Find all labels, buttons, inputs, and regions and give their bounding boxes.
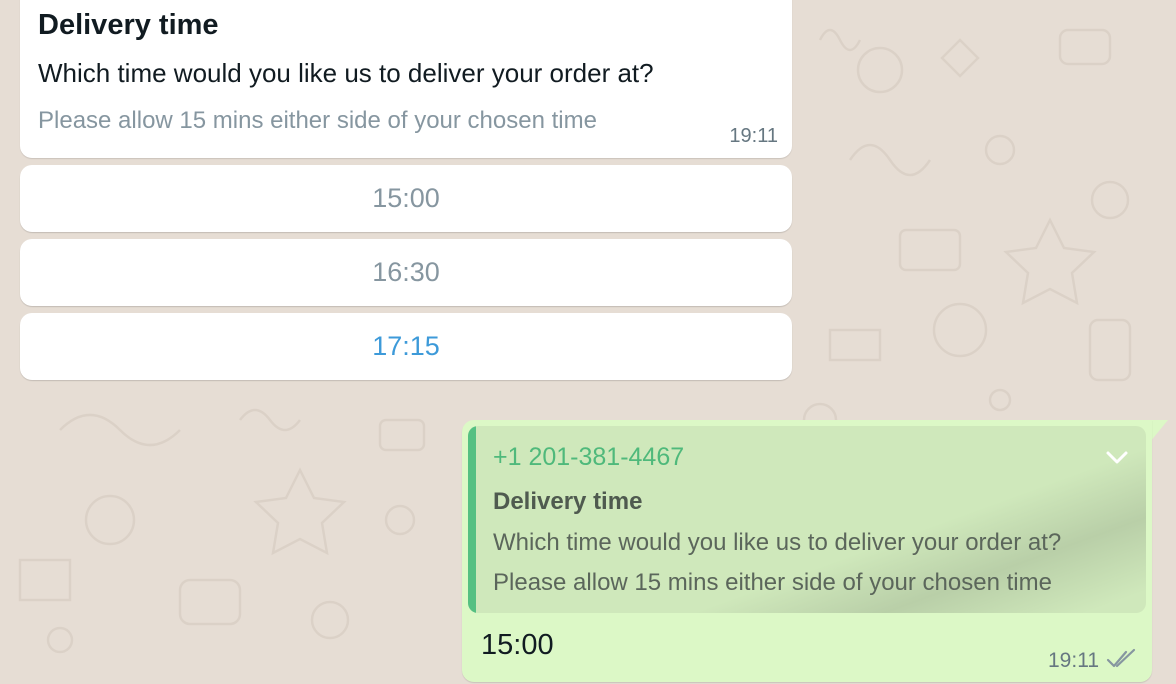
- chevron-down-icon[interactable]: [1104, 444, 1130, 470]
- quoted-message[interactable]: +1 201-381-4467 Delivery time Which time…: [468, 426, 1146, 613]
- outgoing-message-bubble: +1 201-381-4467 Delivery time Which time…: [462, 420, 1152, 682]
- quoted-title: Delivery time: [493, 488, 643, 515]
- message-title: Delivery time: [38, 9, 219, 41]
- quoted-footer: Please allow 15 mins either side of your…: [493, 569, 1052, 596]
- outgoing-message-timestamp: 19:11: [1048, 649, 1099, 672]
- reply-button-1630[interactable]: 16:30: [20, 239, 792, 306]
- quoted-sender-phone: +1 201-381-4467: [493, 443, 685, 471]
- quote-accent-bar: [468, 426, 476, 613]
- message-timestamp: 19:11: [729, 125, 778, 147]
- message-footer: Please allow 15 mins either side of your…: [38, 107, 597, 134]
- double-check-icon: [1106, 648, 1136, 668]
- quoted-body: Which time would you like us to deliver …: [493, 529, 1062, 556]
- outgoing-message-text: 15:00: [481, 629, 554, 661]
- outgoing-bubble-tail: [1150, 420, 1168, 442]
- incoming-message-bubble: Delivery time Which time would you like …: [20, 0, 792, 158]
- reply-button-1500[interactable]: 15:00: [20, 165, 792, 232]
- reply-button-1715[interactable]: 17:15: [20, 313, 792, 380]
- message-body: Which time would you like us to deliver …: [38, 58, 654, 88]
